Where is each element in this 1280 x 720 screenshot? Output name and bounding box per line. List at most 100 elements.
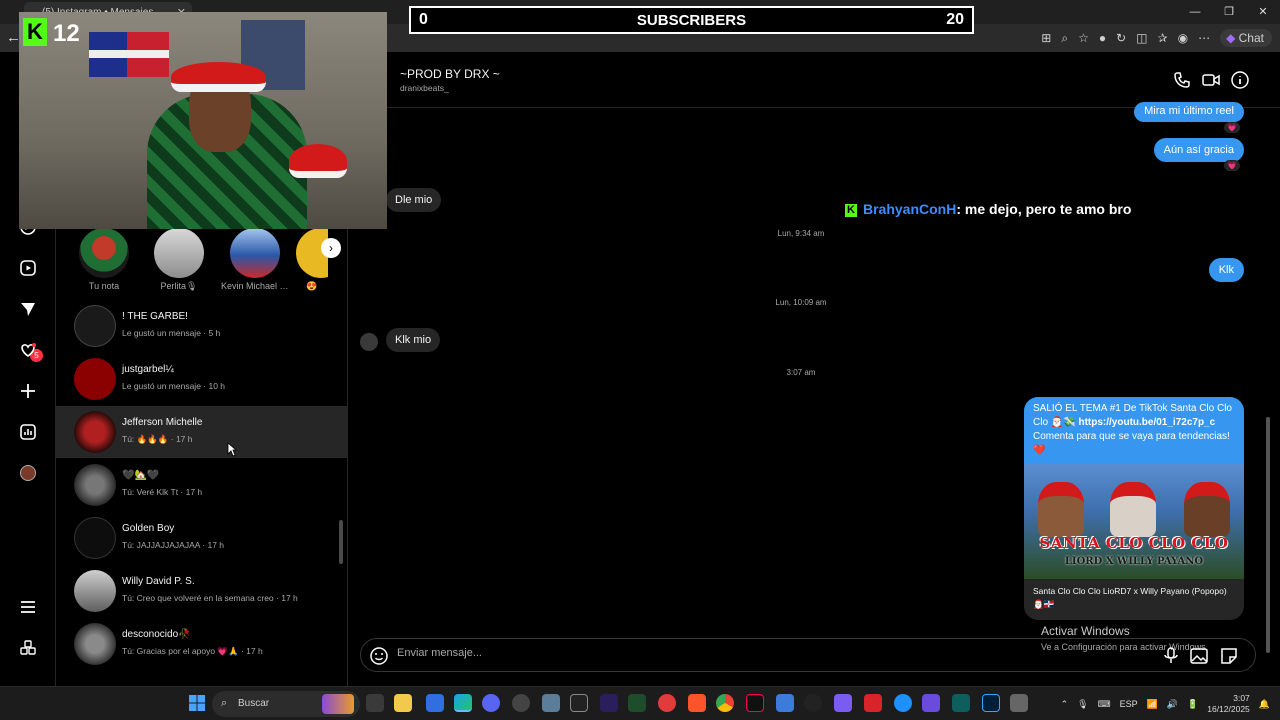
meta-apps-icon[interactable] (17, 637, 39, 659)
app-icon[interactable] (894, 694, 912, 712)
kick-viewer-count: 12 (53, 20, 80, 47)
teams-icon[interactable] (834, 694, 852, 712)
microphone-icon[interactable] (1161, 646, 1181, 666)
conversation-preview: Tú: Creo que volveré en la semana creo ·… (122, 593, 298, 603)
maximize-button[interactable]: ❐ (1212, 0, 1246, 24)
windows-start-icon[interactable] (189, 695, 205, 711)
messages-icon[interactable] (17, 298, 39, 320)
shared-post-thumbnail[interactable]: SANTA CLO CLO CLO LIORD X WILLY PAYANO (1024, 464, 1244, 579)
apps-icon[interactable]: ⊞ (1041, 31, 1051, 45)
copilot-chat-button[interactable]: ◆ Chat (1220, 29, 1272, 47)
message-bubble-sent[interactable]: Mira mi último reel (1134, 102, 1244, 122)
app-icon[interactable] (776, 694, 794, 712)
conversation-item[interactable]: desconocido🥀 Tú: Gracias por el apoyo 💗🙏… (56, 618, 347, 670)
refresh-icon[interactable]: ↻ (1116, 31, 1126, 45)
create-plus-icon[interactable] (17, 380, 39, 402)
chat-scrollbar[interactable] (1266, 417, 1270, 653)
subscriber-goal-title: SUBSCRIBERS (636, 11, 747, 29)
reels-icon[interactable] (17, 257, 39, 279)
note-item[interactable]: Kevin Michael M... (221, 228, 289, 291)
message-bubble-sent[interactable]: Klk (1208, 258, 1244, 282)
chat-contact-name[interactable]: ~PROD BY DRX ~ (400, 67, 500, 81)
kick-message: : me dejo, pero te amo bro (956, 201, 1132, 217)
app-icon[interactable] (1010, 694, 1028, 712)
edge-icon[interactable] (454, 694, 472, 712)
conversation-item[interactable]: ! THE GARBE! Le gustó un mensaje · 5 h (56, 300, 347, 352)
obs-icon[interactable] (512, 694, 530, 712)
message-input[interactable] (397, 647, 997, 659)
note-item[interactable]: 😍 (296, 228, 328, 292)
conversation-item[interactable]: Golden Boy Tú: JAJJAJJAJAJAA · 17 h (56, 512, 347, 564)
conversation-item[interactable]: justgarbel¼ Le gustó un mensaje · 10 h (56, 353, 347, 405)
battery-icon[interactable]: 🔋 (1187, 699, 1198, 710)
menu-icon[interactable] (17, 596, 39, 618)
epic-games-icon[interactable] (570, 694, 588, 712)
subscriber-goal-overlay: 0 SUBSCRIBERS 20 (409, 6, 974, 34)
conversation-preview: Le gustó un mensaje · 5 h (122, 328, 221, 338)
sticker-icon[interactable] (1219, 646, 1239, 666)
microphone-icon[interactable]: 🎙 (1077, 699, 1088, 710)
santa-hat (171, 62, 266, 92)
shared-post-link[interactable]: https://youtu.be/01_i72c7p_c (1078, 417, 1215, 428)
conversation-item-active[interactable]: Jefferson Michelle Tú: 🔥🔥🔥 · 17 h (56, 406, 347, 458)
message-bubble-received[interactable]: Klk mio (386, 328, 441, 352)
video-call-icon[interactable] (1201, 70, 1221, 90)
note-item[interactable]: Perlita🎙 (145, 228, 213, 292)
app-icon[interactable] (542, 694, 560, 712)
message-bubble-sent[interactable]: Aún así gracia (1153, 138, 1244, 162)
message-bubble-received[interactable]: Dle mio (386, 188, 442, 212)
more-icon[interactable]: ⋯ (1198, 31, 1210, 45)
task-view-icon[interactable] (366, 694, 384, 712)
timestamp: Lun, 9:34 am (777, 229, 825, 238)
profile-icon[interactable]: ◉ (1178, 31, 1188, 45)
chevron-up-icon[interactable]: ⌃ (1061, 699, 1069, 710)
dashboard-icon[interactable] (17, 421, 39, 443)
chevron-right-icon[interactable]: › (321, 238, 341, 258)
taskbar-search-label: Buscar (238, 698, 270, 709)
phone-icon[interactable] (1172, 70, 1192, 90)
media-player-icon[interactable] (658, 694, 676, 712)
favorites-icon[interactable]: ✰ (1158, 31, 1168, 45)
brave-icon[interactable] (688, 694, 706, 712)
extension-icon[interactable]: ● (1099, 31, 1106, 45)
photoshop-icon[interactable] (982, 694, 1000, 712)
conversation-item[interactable]: Willy David P. S. Tú: Creo que volveré e… (56, 565, 347, 617)
discord-icon[interactable] (482, 694, 500, 712)
terminal-icon[interactable] (952, 694, 970, 712)
close-window-button[interactable]: ✕ (1246, 0, 1280, 24)
clock[interactable]: 3:07 16/12/2025 (1207, 693, 1250, 715)
search-highlight-image (322, 694, 354, 714)
image-upload-icon[interactable] (1189, 646, 1209, 666)
language-indicator[interactable]: ESP (1120, 699, 1138, 709)
wifi-icon[interactable]: 📶 (1147, 699, 1158, 710)
premiere-icon[interactable] (600, 694, 618, 712)
zoom-icon[interactable]: ⌕ (1061, 31, 1068, 46)
heart-reaction[interactable]: 💗 (1224, 160, 1240, 171)
conversation-item[interactable]: 🖤🏡🖤 Tú: Veré Klk Tt · 17 h (56, 459, 347, 511)
profile-avatar[interactable] (17, 462, 39, 484)
app-icon[interactable] (804, 694, 822, 712)
shared-post-card[interactable]: SALIÓ EL TEMA #1 De TikTok Santa Clo Clo… (1024, 397, 1244, 620)
emoji-icon[interactable] (369, 646, 389, 666)
split-screen-icon[interactable]: ◫ (1136, 31, 1147, 45)
notifications-heart-icon[interactable] (17, 339, 39, 361)
game-icon[interactable] (922, 694, 940, 712)
minimize-button[interactable]: — (1178, 0, 1212, 24)
anydesk-icon[interactable] (864, 694, 882, 712)
chat-contact-username[interactable]: dranixbeats_ (400, 83, 449, 93)
star-icon[interactable]: ☆ (1078, 31, 1089, 45)
info-icon[interactable] (1230, 70, 1250, 90)
taskbar-search[interactable]: ⌕ Buscar (212, 691, 360, 717)
capcut-icon[interactable] (628, 694, 646, 712)
store-icon[interactable] (426, 694, 444, 712)
list-scrollbar[interactable] (339, 520, 343, 564)
note-item[interactable]: Tu nota (70, 228, 138, 291)
volume-icon[interactable]: 🔊 (1167, 699, 1178, 710)
conversation-avatar (74, 570, 116, 612)
notifications-icon[interactable]: 🔔 (1259, 699, 1270, 710)
tiktok-icon[interactable] (746, 694, 764, 712)
keyboard-icon[interactable]: ⌨ (1098, 699, 1111, 710)
chrome-icon[interactable] (716, 694, 734, 712)
file-explorer-icon[interactable] (394, 694, 412, 712)
heart-reaction[interactable]: 💗 (1224, 122, 1240, 133)
